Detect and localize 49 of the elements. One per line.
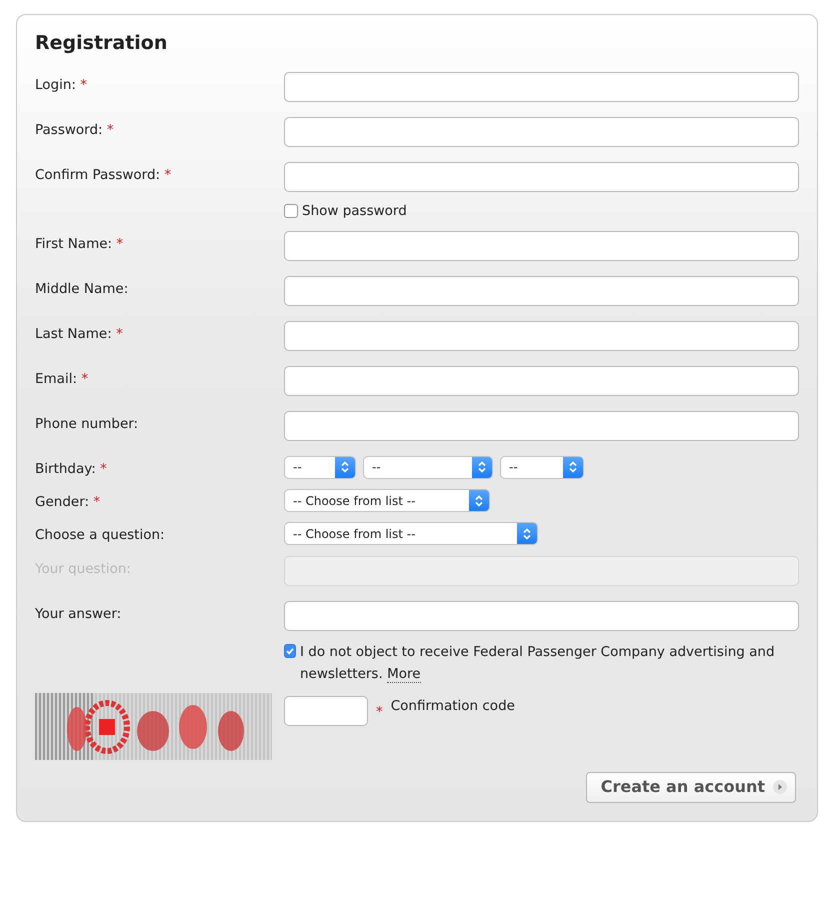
checkbox-label: Show password xyxy=(302,202,407,220)
code-field[interactable] xyxy=(284,696,368,726)
required-mark: * xyxy=(164,166,172,182)
consent-text: I do not object to receive Federal Passenger Company advertising and newsletters. More xyxy=(300,642,776,684)
dropdown[interactable]: -- xyxy=(284,456,356,479)
field-label: Birthday: xyxy=(35,460,96,477)
dropdown[interactable]: -- Choose from list -- xyxy=(284,522,538,546)
field-label: First Name: xyxy=(35,236,112,252)
required-mark: * xyxy=(116,326,123,342)
input-field[interactable] xyxy=(284,276,799,306)
up-down-arrows-icon xyxy=(523,528,531,540)
dropdown[interactable]: -- Choose from list -- xyxy=(284,489,490,512)
field-label: Choose a question: xyxy=(35,527,165,544)
required-mark: * xyxy=(80,76,88,92)
input-field[interactable] xyxy=(284,230,799,261)
field-label: Password: xyxy=(35,122,103,138)
checkbox[interactable] xyxy=(284,204,298,218)
input-field[interactable] xyxy=(284,410,799,441)
field-label: Gender: xyxy=(35,494,90,510)
up-down-arrows-icon xyxy=(478,461,486,474)
input-field[interactable] xyxy=(284,366,799,396)
up-down-arrows-icon xyxy=(341,461,349,474)
input-field[interactable] xyxy=(284,162,799,192)
required-mark: * xyxy=(93,494,100,510)
field-label: Last Name: xyxy=(35,326,112,342)
up-down-arrows-icon xyxy=(475,494,483,506)
field-label: Confirmation code xyxy=(390,696,515,716)
dropdown[interactable]: -- xyxy=(363,456,493,479)
required-mark: * xyxy=(100,460,107,477)
field-label: Login: xyxy=(35,76,76,92)
more-link[interactable]: More xyxy=(387,666,421,682)
form-title: Registration xyxy=(35,31,168,56)
required-mark: * xyxy=(376,702,383,722)
checkbox[interactable] xyxy=(284,644,296,658)
input-field[interactable] xyxy=(284,600,799,630)
input-field[interactable] xyxy=(284,72,799,102)
required-mark: * xyxy=(116,236,124,252)
field-label: Middle Name: xyxy=(35,280,128,297)
up-down-arrows-icon xyxy=(569,461,577,474)
field-label: Phone number: xyxy=(35,416,138,432)
field-label: Confirm Password: xyxy=(35,166,160,182)
field-label: Email: xyxy=(35,370,78,387)
dropdown[interactable]: -- xyxy=(500,456,584,479)
field-label: Your answer: xyxy=(35,606,122,622)
input-field[interactable] xyxy=(284,320,799,351)
create-account-button[interactable]: Create an account xyxy=(586,772,796,802)
required-mark: * xyxy=(81,370,88,387)
required-mark: * xyxy=(106,122,114,138)
input-field[interactable] xyxy=(284,116,799,146)
